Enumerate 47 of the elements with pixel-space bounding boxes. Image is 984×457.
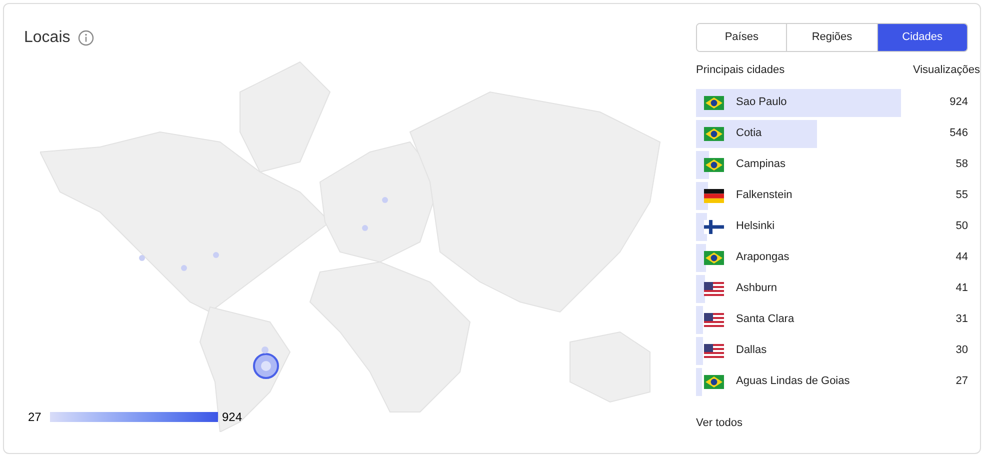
view-count: 546 [950,126,968,142]
flag-icon [704,282,724,296]
city-name: Sao Paulo [736,95,787,110]
flag-icon [704,158,724,172]
map-marker [213,252,219,258]
map-marker [382,197,388,203]
city-name: Arapongas [736,250,790,266]
city-name: Falkenstein [736,188,792,204]
value-bar [696,244,706,272]
flag-icon [704,96,724,110]
view-all-link[interactable]: Ver todos [696,414,742,431]
value-bar [696,368,702,396]
flag-icon [704,250,724,264]
view-count: 27 [956,374,968,390]
city-name: Campinas [736,157,786,172]
view-count: 58 [956,157,968,172]
tab[interactable]: Cidades [876,24,967,51]
view-count: 31 [956,312,968,328]
view-count: 924 [950,95,968,110]
column-header: Principais cidades [696,63,785,78]
flag-icon [704,312,724,326]
value-bar [696,306,703,334]
city-name: Aguas Lindas de Goias [736,374,850,390]
view-count: 44 [956,250,968,266]
map-marker [362,225,368,231]
view-count: 41 [956,281,968,296]
value-bar [696,336,703,364]
city-name: Helsinki [736,219,775,234]
view-count: 50 [956,219,968,234]
view-count: 30 [956,343,968,358]
map-marker [181,265,187,271]
legend-min-label: 27 [28,409,42,426]
section-title: Locais [24,28,70,48]
city-name: Ashburn [736,281,777,296]
flag-icon [704,188,724,202]
city-name: Santa Clara [736,312,794,328]
info-icon[interactable] [78,30,94,46]
city-name: Dallas [736,343,767,358]
flag-icon [704,344,724,358]
flag-icon [704,374,724,388]
flag-icon [704,126,724,140]
city-name: Cotia [736,126,762,142]
legend-max-label: 924 [222,409,242,426]
column-header: Visualizações [912,63,980,78]
value-bar [696,274,706,302]
view-count: 55 [956,188,968,204]
map-marker [139,255,145,261]
